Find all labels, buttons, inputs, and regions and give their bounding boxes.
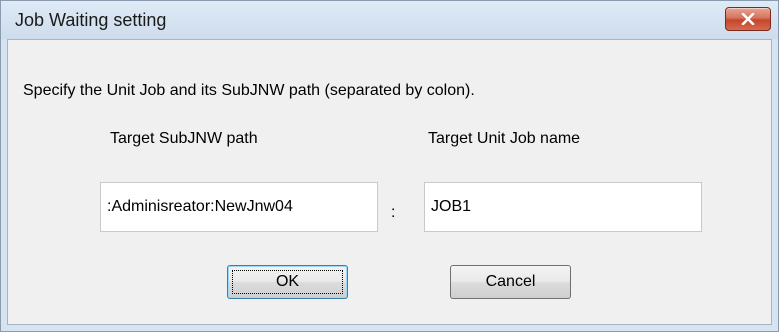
window-title: Job Waiting setting <box>15 10 167 30</box>
unit-job-name-label: Target Unit Job name <box>428 130 581 147</box>
instruction-text: Specify the Unit Job and its SubJNW path… <box>23 82 475 99</box>
unit-job-name-input[interactable] <box>424 182 702 232</box>
subjnw-path-input[interactable] <box>100 182 378 232</box>
dialog-window: Job Waiting setting Specify the Unit Job… <box>0 0 779 332</box>
cancel-button-label: Cancel <box>485 273 536 290</box>
ok-button[interactable]: OK <box>227 265 348 299</box>
colon-separator: : <box>391 204 396 221</box>
subjnw-path-label: Target SubJNW path <box>110 130 258 147</box>
close-button[interactable] <box>725 7 771 31</box>
ok-button-label: OK <box>275 273 300 290</box>
title-bar[interactable]: Job Waiting setting <box>1 1 778 39</box>
dialog-body: Specify the Unit Job and its SubJNW path… <box>7 39 772 325</box>
cancel-button[interactable]: Cancel <box>450 265 571 299</box>
close-icon <box>741 13 755 25</box>
